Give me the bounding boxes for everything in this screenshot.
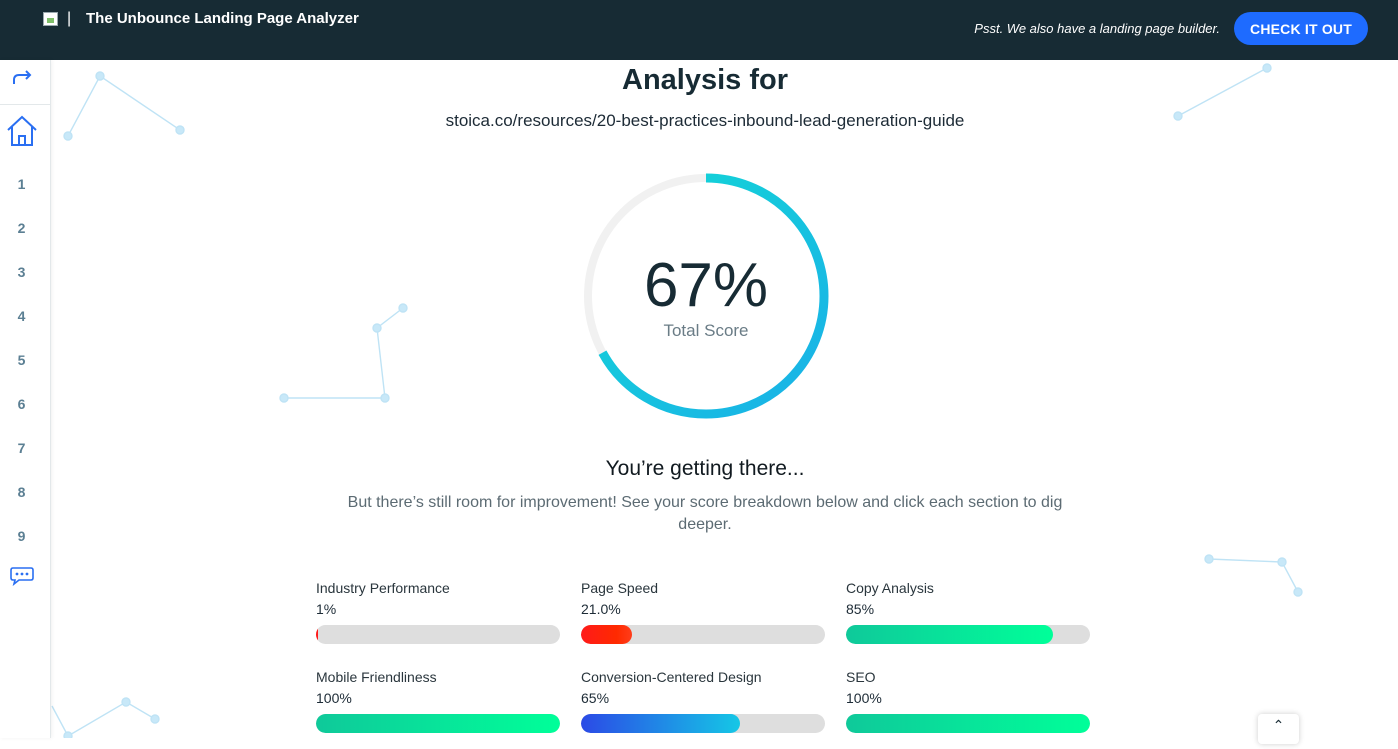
top-bar: | The Unbounce Landing Page Analyzer Pss… — [0, 0, 1398, 60]
chat-icon[interactable] — [10, 566, 34, 586]
analyzed-url: stoica.co/resources/20-best-practices-in… — [445, 111, 965, 130]
title-separator: | — [67, 10, 72, 27]
metric-name: Conversion-Centered Design — [581, 669, 762, 685]
metric-seo[interactable]: SEO 100% — [846, 669, 1090, 749]
metric-bar-track — [581, 714, 825, 733]
metric-name: Page Speed — [581, 580, 659, 596]
page-title: Analysis for — [622, 64, 788, 96]
sidebar-item-3[interactable]: 3 — [0, 264, 43, 280]
metric-value: 65% — [581, 690, 610, 706]
metric-value: 21.0% — [581, 601, 621, 617]
score-description: But there’s still room for improvement! … — [347, 494, 1063, 533]
metric-bar-fill — [581, 625, 633, 644]
sidebar-item-9[interactable]: 9 — [0, 528, 43, 544]
metric-mobile-friendliness[interactable]: Mobile Friendliness 100% — [316, 669, 560, 749]
broken-image-icon — [43, 12, 58, 26]
metric-value: 1% — [316, 601, 337, 617]
scroll-to-top-button[interactable]: ⌃ — [1258, 714, 1299, 744]
metric-bar-fill — [316, 625, 318, 644]
sidebar-item-6[interactable]: 6 — [0, 396, 43, 412]
metric-bar-fill — [581, 714, 740, 733]
chevron-up-icon: ⌃ — [1272, 717, 1285, 733]
sidebar-item-2[interactable]: 2 — [0, 220, 43, 236]
metric-bar-fill — [846, 625, 1054, 644]
app-title: The Unbounce Landing Page Analyzer — [86, 10, 359, 27]
total-score-value: 67% — [643, 251, 769, 320]
metric-bar-track — [846, 625, 1090, 644]
metric-name: SEO — [846, 669, 876, 685]
metric-copy-analysis[interactable]: Copy Analysis 85% — [846, 580, 1090, 660]
sidebar-item-7[interactable]: 7 — [0, 440, 43, 456]
metric-name: Mobile Friendliness — [316, 669, 437, 685]
section-sidebar: 1 2 3 4 5 6 7 8 9 — [0, 60, 51, 738]
sidebar-divider — [0, 104, 51, 105]
metric-value: 100% — [846, 690, 882, 706]
score-verdict: You’re getting there... — [605, 457, 805, 480]
metric-bar-track — [316, 714, 560, 733]
metric-industry-performance[interactable]: Industry Performance 1% — [316, 580, 560, 660]
total-score-label: Total Score — [663, 321, 749, 340]
promo-text: Psst. We also have a landing page builde… — [974, 21, 1220, 36]
metric-name: Industry Performance — [316, 580, 450, 596]
check-it-out-button[interactable]: CHECK IT OUT — [1234, 12, 1368, 45]
metric-bar-fill — [316, 714, 560, 733]
metric-bar-track — [846, 714, 1090, 733]
metric-name: Copy Analysis — [846, 580, 934, 596]
sidebar-item-1[interactable]: 1 — [0, 176, 43, 192]
metric-bar-track — [581, 625, 825, 644]
sidebar-item-8[interactable]: 8 — [0, 484, 43, 500]
metric-page-speed[interactable]: Page Speed 21.0% — [581, 580, 825, 660]
sidebar-item-4[interactable]: 4 — [0, 308, 43, 324]
metric-bar-track — [316, 625, 560, 644]
sidebar-item-5[interactable]: 5 — [0, 352, 43, 368]
metric-conversion-centered-design[interactable]: Conversion-Centered Design 65% — [581, 669, 825, 749]
metric-value: 85% — [846, 601, 875, 617]
metric-value: 100% — [316, 690, 352, 706]
metric-bar-fill — [846, 714, 1090, 733]
